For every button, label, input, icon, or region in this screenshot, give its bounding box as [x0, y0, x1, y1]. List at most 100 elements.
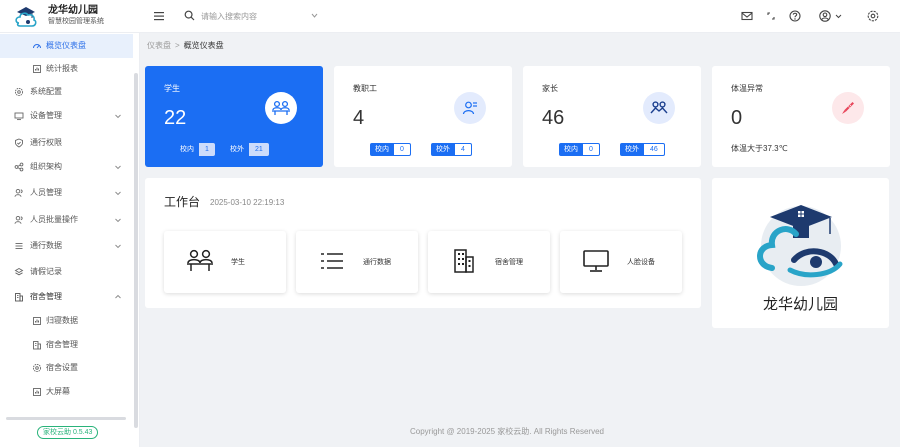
help-icon[interactable] [788, 9, 802, 23]
leave-icon [14, 267, 24, 276]
breadcrumb-root[interactable]: 仪表盘 [147, 41, 171, 50]
sidebar-item-leave[interactable]: 请假记录 [0, 260, 133, 284]
sidebar-item-people[interactable]: 人员管理 [0, 181, 133, 205]
stat-card-staff[interactable]: 教职工 4 校内 0 校外 4 [334, 66, 512, 167]
sidebar-item-big-screen[interactable]: 大屏幕 [0, 380, 133, 404]
user-menu-chevron-icon[interactable] [834, 9, 843, 23]
screen-icon [33, 388, 41, 396]
workbench-panel: 工作台 2025-03-10 22:19:13 学生 通行数据 宿舍管理 人脸设… [145, 178, 701, 308]
sidebar-item-label: 通行数据 [30, 241, 62, 250]
menu-toggle-icon[interactable] [153, 9, 165, 23]
chevron-down-icon[interactable] [310, 11, 319, 20]
stat-label: 学生 [164, 84, 180, 93]
parent-icon [650, 101, 668, 114]
search-input[interactable] [201, 8, 281, 24]
sidebar-item-label: 宿舍管理 [46, 340, 78, 349]
brand-title: 龙华幼儿园 [48, 5, 98, 16]
monitor-icon [583, 250, 609, 272]
inside-count-badge: 校内 0 [559, 143, 600, 156]
sidebar-item-return-data[interactable]: 归寝数据 [0, 309, 133, 333]
chevron-down-icon [115, 191, 121, 196]
sidebar-item-label: 请假记录 [30, 267, 62, 276]
sidebar-item-report[interactable]: 统计报表 [0, 57, 133, 81]
sidebar-item-dorm-manage[interactable]: 宿舍管理 [0, 333, 133, 357]
user-icon[interactable] [818, 9, 832, 23]
settings-icon[interactable] [866, 9, 880, 23]
stat-value: 46 [542, 107, 565, 129]
chevron-down-icon [115, 165, 121, 170]
shortcut-face-device[interactable]: 人脸设备 [560, 231, 682, 293]
data-icon [33, 317, 41, 325]
outside-count-badge: 校外 46 [620, 143, 665, 156]
stat-card-parents[interactable]: 家长 46 校内 0 校外 46 [523, 66, 701, 167]
outside-value: 4 [455, 143, 472, 156]
sidebar-item-label: 概览仪表盘 [46, 41, 86, 50]
fullscreen-icon[interactable] [764, 9, 778, 23]
sidebar-item-label: 通行权限 [30, 138, 62, 147]
outside-value: 21 [249, 143, 269, 156]
dashboard-icon [33, 44, 41, 49]
breadcrumb-separator: > [175, 41, 180, 50]
school-logo-card: 龙华幼儿园 [712, 178, 889, 328]
top-header: 龙华幼儿园 智慧校园管理系统 [0, 0, 900, 33]
sidebar-item-dorm-settings[interactable]: 宿舍设置 [0, 356, 133, 380]
chevron-down-icon [115, 218, 121, 223]
sidebar-scrollbar[interactable] [134, 73, 138, 428]
people-batch-icon [14, 215, 23, 224]
temperature-note: 体温大于37.3℃ [731, 144, 788, 153]
sidebar-horizontal-scrollbar[interactable] [6, 417, 126, 420]
stat-icon-badge [643, 92, 675, 124]
chevron-down-icon [115, 244, 121, 249]
sidebar-item-dorm[interactable]: 宿舍管理 [0, 285, 133, 309]
stat-card-temperature[interactable]: 体温异常 0 体温大于37.3℃ [712, 66, 890, 167]
sidebar-item-label: 组织架构 [30, 162, 62, 171]
sidebar-item-access[interactable]: 通行权限 [0, 131, 133, 155]
shortcut-passage-data[interactable]: 通行数据 [296, 231, 418, 293]
footer-copyright: Copyright @ 2019-2025 家校云助. All Rights R… [410, 427, 604, 436]
sidebar-item-label: 宿舍设置 [46, 363, 78, 372]
sidebar-item-people-batch[interactable]: 人员批量操作 [0, 208, 133, 232]
stat-value: 4 [353, 107, 365, 129]
sidebar-item-label: 大屏幕 [46, 387, 70, 396]
stat-icon-badge [265, 92, 297, 124]
sidebar-item-org[interactable]: 组织架构 [0, 155, 133, 179]
org-icon [14, 162, 24, 172]
gear-icon [14, 87, 24, 97]
inside-count-badge: 校内 1 [175, 143, 215, 156]
building-icon [33, 341, 41, 350]
stat-label: 体温异常 [731, 84, 763, 93]
sidebar-item-system-config[interactable]: 系统配置 [0, 80, 133, 104]
breadcrumb-current: 概览仪表盘 [183, 41, 224, 50]
people-icon [14, 188, 23, 197]
mail-icon[interactable] [740, 9, 754, 23]
stat-icon-badge [454, 92, 486, 124]
thermometer-icon [842, 102, 854, 114]
sidebar-item-label: 设备管理 [30, 111, 62, 120]
inside-label: 校内 [370, 143, 394, 156]
shortcut-dorm-manage[interactable]: 宿舍管理 [428, 231, 550, 293]
sidebar-item-label: 宿舍管理 [30, 292, 62, 301]
outside-label: 校外 [230, 146, 244, 153]
sidebar-item-label: 系统配置 [30, 87, 62, 96]
sidebar: 概览仪表盘 统计报表 系统配置 设备管理 通行权限 组织架构 人员管理 人员批量… [0, 33, 140, 447]
inside-value: 1 [199, 143, 215, 156]
sidebar-item-dashboard[interactable]: 概览仪表盘 [0, 34, 133, 58]
inside-value: 0 [394, 143, 411, 156]
outside-value: 46 [644, 143, 665, 156]
logo-icon [15, 7, 37, 27]
chevron-down-icon [115, 114, 121, 119]
chevron-up-icon [115, 294, 121, 299]
shield-icon [15, 138, 23, 148]
outside-label: 校外 [431, 143, 455, 156]
sidebar-item-device[interactable]: 设备管理 [0, 104, 133, 128]
shortcut-label: 人脸设备 [627, 259, 655, 266]
stat-label: 家长 [542, 84, 558, 93]
shortcut-students[interactable]: 学生 [164, 231, 286, 293]
student-icon [187, 249, 213, 271]
sidebar-item-passage-data[interactable]: 通行数据 [0, 234, 133, 258]
outside-count-badge: 校外 4 [431, 143, 472, 156]
search-icon[interactable] [184, 10, 195, 21]
stat-card-students[interactable]: 学生 22 校内 1 校外 21 [145, 66, 323, 167]
workbench-time: 2025-03-10 22:19:13 [210, 198, 285, 207]
staff-icon [462, 101, 477, 115]
